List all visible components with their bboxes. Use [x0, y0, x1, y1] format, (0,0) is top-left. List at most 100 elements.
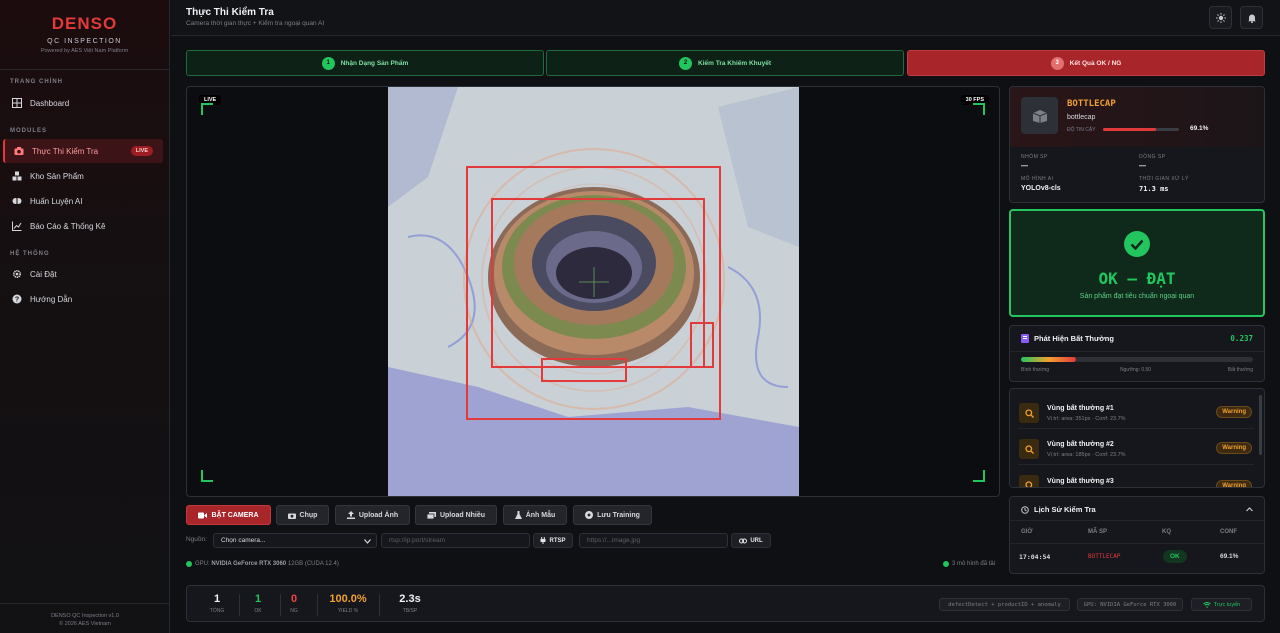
field-value: — [1139, 163, 1146, 170]
camera-select-value: Chọn camera... [221, 537, 266, 544]
scale-normal: Bình thường [1021, 367, 1050, 373]
pipeline-chip: defectDetect + productID + anomaly [939, 598, 1070, 611]
stat-ng: 0 NG [279, 593, 309, 614]
svg-text:?: ? [15, 297, 19, 304]
region-name: Vùng bất thường #1 [1047, 405, 1114, 412]
upload-image-button[interactable]: Upload Ảnh [335, 505, 410, 525]
brand-subtitle: QC INSPECTION [47, 38, 122, 45]
sidebar-item-label: Dashboard [30, 98, 70, 108]
step-label: Kiểm Tra Khiếm Khuyết [698, 59, 771, 67]
sidebar-item-ai-training[interactable]: Huấn Luyện AI [3, 189, 163, 213]
divider [239, 594, 240, 616]
anomaly-region-list[interactable]: Vùng bất thường #1 Vị trí: area: 351px ·… [1009, 388, 1265, 488]
sample-image-button[interactable]: Ảnh Mẫu [503, 505, 567, 525]
disk-icon [585, 511, 594, 519]
save-training-button[interactable]: Lưu Training [573, 505, 652, 525]
button-label: Upload Nhiều [439, 511, 486, 519]
sidebar-item-label: Hướng Dẫn [30, 294, 73, 304]
sidebar-item-label: Báo Cáo & Thống Kê [30, 221, 106, 231]
list-item[interactable]: Vùng bất thường #2 Vị trí: area: 185px ·… [1018, 435, 1254, 465]
plug-icon [540, 537, 546, 544]
history-time: 17:04:54 [1019, 553, 1051, 561]
history-title: Lịch Sử Kiểm Tra [1034, 505, 1096, 514]
help-icon: ? [12, 294, 22, 304]
history-icon [1021, 506, 1029, 514]
button-label: Ảnh Mẫu [525, 511, 556, 519]
sidebar-item-products[interactable]: Kho Sản Phẩm [3, 164, 163, 188]
page-subtitle: Camera thời gian thực + Kiểm tra ngoại q… [186, 20, 325, 27]
flask-icon [514, 511, 522, 519]
step-defect-check[interactable]: 2 Kiểm Tra Khiếm Khuyết [546, 50, 904, 76]
status-dot [186, 561, 192, 567]
chevron-up-icon[interactable] [1246, 507, 1253, 512]
url-button[interactable]: URL [731, 533, 771, 548]
table-header: GIỜ [1021, 529, 1033, 535]
anomaly-title: Phát Hiện Bất Thường [1034, 334, 1114, 343]
url-input[interactable]: https://...image.jpg [579, 533, 728, 548]
check-icon [1124, 231, 1150, 257]
table-row[interactable]: 17:04:54 BOTTLECAP OK 69.1% [1010, 545, 1264, 569]
sidebar-item-label: Cài Đặt [30, 269, 57, 279]
grid-icon [12, 98, 22, 108]
sidebar-item-guide[interactable]: ? Hướng Dẫn [3, 287, 163, 311]
history-panel: Lịch Sử Kiểm Tra GIỜ MÃ SP KQ CONF 17:04… [1009, 496, 1265, 574]
sidebar-item-reports[interactable]: Báo Cáo & Thống Kê [3, 214, 163, 238]
step-result[interactable]: 3 Kết Quả OK / NG [907, 50, 1265, 76]
product-panel: BOTTLECAP bottlecap ĐỘ TIN CẬY 69.1% NHÓ… [1009, 86, 1265, 203]
field-label: NHÓM SP [1021, 154, 1048, 160]
brand-powered: Powered by AES Việt Nam Platform [40, 48, 129, 54]
list-item[interactable]: Vùng bất thường #1 Vị trí: area: 351px ·… [1018, 399, 1254, 429]
gpu-status: GPU: NVIDIA GeForce RTX 3060 12GB (CUDA … [186, 561, 339, 567]
step-label: Kết Quả OK / NG [1069, 59, 1122, 67]
anomaly-panel: Phát Hiện Bất Thường 0.237 Bình thường N… [1009, 325, 1265, 382]
sidebar-item-inspection[interactable]: Thực Thi Kiểm Tra LIVE [3, 139, 163, 163]
stat-label: YIELD % [337, 608, 359, 614]
camera-select[interactable]: Chọn camera... [213, 533, 377, 548]
corner-marker [973, 103, 985, 115]
table-header: CONF [1220, 529, 1237, 535]
list-item[interactable]: Vùng bất thường #3 Warning [1018, 471, 1254, 487]
version-text: DENSO QC Inspection v1.0 [51, 613, 119, 619]
camera-toggle-button[interactable]: BẬT CAMERA [186, 505, 271, 525]
section-label-system: HỆ THỐNG [10, 251, 50, 257]
stat-label: OK [254, 608, 262, 614]
rtsp-button[interactable]: RTSP [533, 533, 573, 548]
product-sub: bottlecap [1067, 114, 1096, 121]
divider [379, 594, 380, 616]
stat-ok: 1 OK [243, 593, 273, 614]
button-label: RTSP [549, 537, 566, 544]
camera-viewer[interactable]: LIVE 30 FPS [186, 86, 1000, 497]
page-header: Thực Thi Kiểm Tra Camera thời gian thực … [171, 0, 1280, 36]
scrollbar[interactable] [1259, 395, 1262, 455]
line-field: DÒNG SP — [1139, 154, 1166, 170]
models-status: 3 mô hình đã tải [943, 561, 995, 567]
region-detail: Vị trí: area: 185px · Conf: 23.7% [1047, 452, 1126, 458]
capture-button[interactable]: Chụp [276, 505, 329, 525]
upload-multiple-button[interactable]: Upload Nhiều [415, 505, 497, 525]
online-chip: Trực tuyến [1191, 598, 1252, 611]
button-label: Upload Ảnh [358, 511, 399, 519]
history-code: BOTTLECAP [1088, 553, 1121, 560]
theme-button[interactable] [1209, 6, 1232, 29]
inspection-image [388, 87, 799, 496]
stat-value: 0 [290, 593, 298, 605]
button-label: Chụp [299, 511, 318, 519]
group-field: NHÓM SP — [1021, 154, 1048, 170]
sidebar-item-label: Thực Thi Kiểm Tra [32, 146, 99, 156]
sidebar-item-dashboard[interactable]: Dashboard [3, 91, 163, 115]
models-loaded-text: 3 mô hình đã tải [952, 561, 996, 567]
scale-threshold: Ngưỡng: 0.50 [1120, 367, 1152, 373]
region-name: Vùng bất thường #3 [1047, 478, 1114, 485]
anomaly-gauge [1021, 357, 1253, 362]
rtsp-input[interactable]: rtsp://ip:port/stream [381, 533, 530, 548]
field-label: MÔ HÌNH AI [1021, 176, 1054, 182]
confidence-bar [1103, 128, 1179, 131]
region-detail: Vị trí: area: 351px · Conf: 23.7% [1047, 416, 1126, 422]
model-field: MÔ HÌNH AI YOLOv8-cls [1021, 176, 1061, 192]
sidebar-item-settings[interactable]: Cài Đặt [3, 262, 163, 286]
sidebar-footer: DENSO QC Inspection v1.0 © 2026 AES Viet… [0, 603, 170, 633]
step-identify[interactable]: 1 Nhận Dạng Sản Phẩm [186, 50, 544, 76]
stat-yield: 100.0% YIELD % [318, 593, 378, 614]
field-label: THỜI GIAN XỬ LÝ [1139, 176, 1189, 182]
notification-button[interactable] [1240, 6, 1263, 29]
